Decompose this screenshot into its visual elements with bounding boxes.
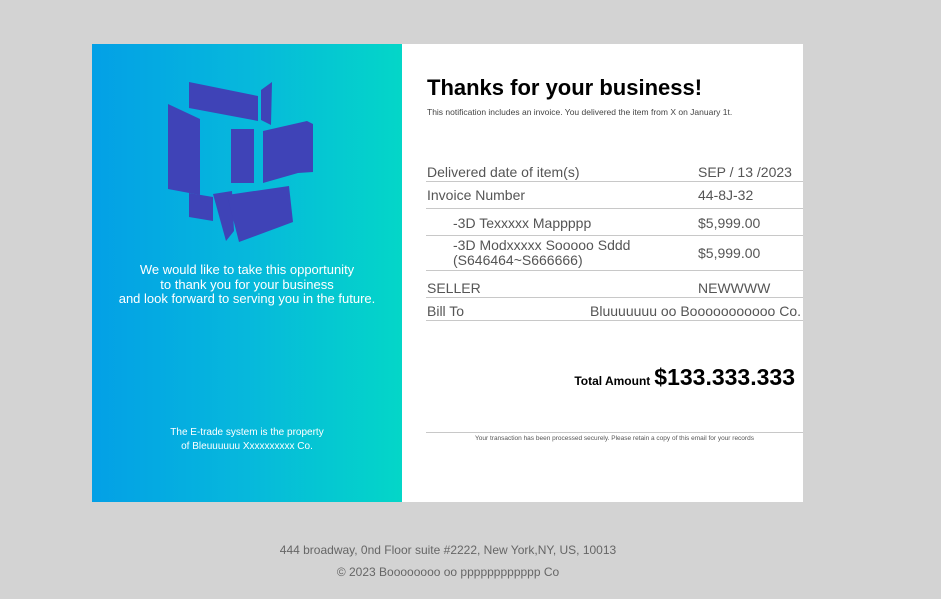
seller-label: SELLER [427,280,481,296]
secure-transaction-note: Your transaction has been processed secu… [426,432,803,442]
thank-you-line-2: to thank you for your business [160,276,334,292]
email-page: We would like to take this opportunity t… [0,0,941,599]
thank-you-line-1: We would like to take this opportunity [139,262,355,277]
bill-to-label: Bill To [427,303,465,319]
cube-logo-icon [168,82,313,242]
brand-panel: We would like to take this opportunity t… [92,44,402,502]
total-amount-value: $133.333.333 [654,364,795,390]
line-item-price: $5,999.00 [698,215,761,231]
property-notice: The E-trade system is the property of Bl… [92,426,402,454]
total-amount: Total Amount $133.333.333 [574,364,795,391]
property-line-2: of Bleuuuuuu Xxxxxxxxxx Co. [181,441,313,452]
delivered-date-row: Delivered date of item(s) SEP / 13 /2023 [426,159,803,182]
copyright-notice: © 2023 Boooooooo oo pppppppppppp Co [336,565,560,579]
email-footer: 444 broadway, 0nd Floor suite #2222, New… [0,539,896,583]
invoice-number-row: Invoice Number 44-8J-32 [426,182,803,209]
invoice-title: Thanks for your business! [427,75,703,100]
line-item-name-line-1: -3D Modxxxxx Sooooo Sddd [453,237,631,253]
seller-row: SELLER NEWWWW [426,271,803,298]
invoice-details-table: Delivered date of item(s) SEP / 13 /2023… [426,159,803,321]
invoice-subtitle: This notification includes an invoice. Y… [427,107,733,117]
delivered-date-label: Delivered date of item(s) [427,164,580,180]
bill-to-value: Bluuuuuuu oo Booooooooooo Co. [590,303,801,319]
seller-value: NEWWWW [698,280,771,296]
invoice-panel: Thanks for your business! This notificat… [402,44,803,502]
line-item-price: $5,999.00 [698,245,761,261]
invoice-number-value: 44-8J-32 [698,187,754,203]
line-item-row: -3D Modxxxxx Sooooo Sddd (S646464~S66666… [426,236,803,271]
company-address: 444 broadway, 0nd Floor suite #2222, New… [279,543,617,557]
line-item-row: -3D Texxxxx Mappppp $5,999.00 [426,209,803,236]
thank-you-message: We would like to take this opportunity t… [92,262,402,307]
invoice-number-label: Invoice Number [427,187,526,203]
delivered-date-value: SEP / 13 /2023 [698,164,792,180]
line-item-name: -3D Texxxxx Mappppp [453,215,592,231]
bill-to-row: Bill To Bluuuuuuu oo Booooooooooo Co. [426,298,803,321]
invoice-card: We would like to take this opportunity t… [92,44,803,502]
thank-you-line-3: and look forward to serving you in the f… [118,291,376,306]
line-item-name-line-2: (S646464~S666666) [453,252,583,268]
total-amount-label: Total Amount [574,374,651,388]
property-line-1: The E-trade system is the property [170,427,324,438]
